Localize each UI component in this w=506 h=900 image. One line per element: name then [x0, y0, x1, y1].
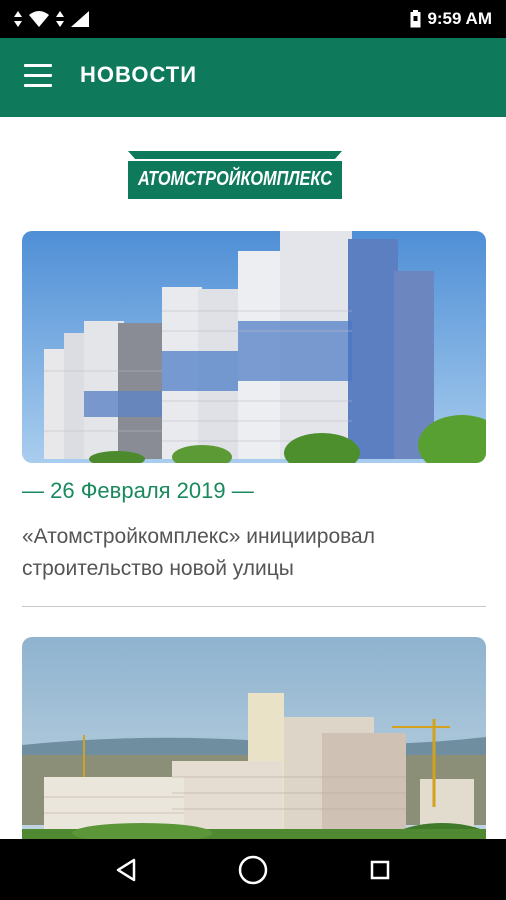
- status-bar: 9:59 AM: [0, 0, 506, 38]
- app-bar: НОВОСТИ: [0, 38, 506, 117]
- status-time: 9:59 AM: [427, 9, 492, 28]
- news-card[interactable]: — 26 Февраля 2019 — «Атомстройкомплекс» …: [22, 231, 486, 585]
- status-icons-right: 9:59 AM: [410, 9, 492, 29]
- signal-icon: [71, 11, 89, 27]
- city-panorama-photo[interactable]: [22, 637, 486, 839]
- company-logo: АТОМСТРОЙКОМПЛЕКС: [128, 151, 342, 199]
- recents-icon[interactable]: [363, 853, 397, 887]
- news-feed[interactable]: АТОМСТРОЙКОМПЛЕКС: [0, 117, 506, 839]
- news-card[interactable]: [22, 637, 486, 839]
- svg-text:АТОМСТРОЙКОМПЛЕКС: АТОМСТРОЙКОМПЛЕКС: [137, 166, 332, 190]
- data-arrows-icon: [56, 11, 64, 27]
- wifi-icon: [29, 11, 49, 27]
- high-rise-buildings-photo[interactable]: [22, 231, 486, 463]
- page-title: НОВОСТИ: [80, 62, 198, 87]
- home-icon[interactable]: [236, 853, 270, 887]
- news-date: — 26 Февраля 2019 —: [22, 478, 254, 503]
- battery-icon: [410, 10, 421, 28]
- data-arrows-icon: [14, 11, 22, 27]
- back-icon[interactable]: [110, 853, 144, 887]
- divider: [22, 606, 486, 607]
- hamburger-menu-icon[interactable]: [24, 64, 54, 90]
- system-nav-bar: [0, 839, 506, 900]
- news-title[interactable]: «Атомстройкомплекс» инициировал строител…: [22, 521, 486, 585]
- status-icons-left: [12, 9, 90, 29]
